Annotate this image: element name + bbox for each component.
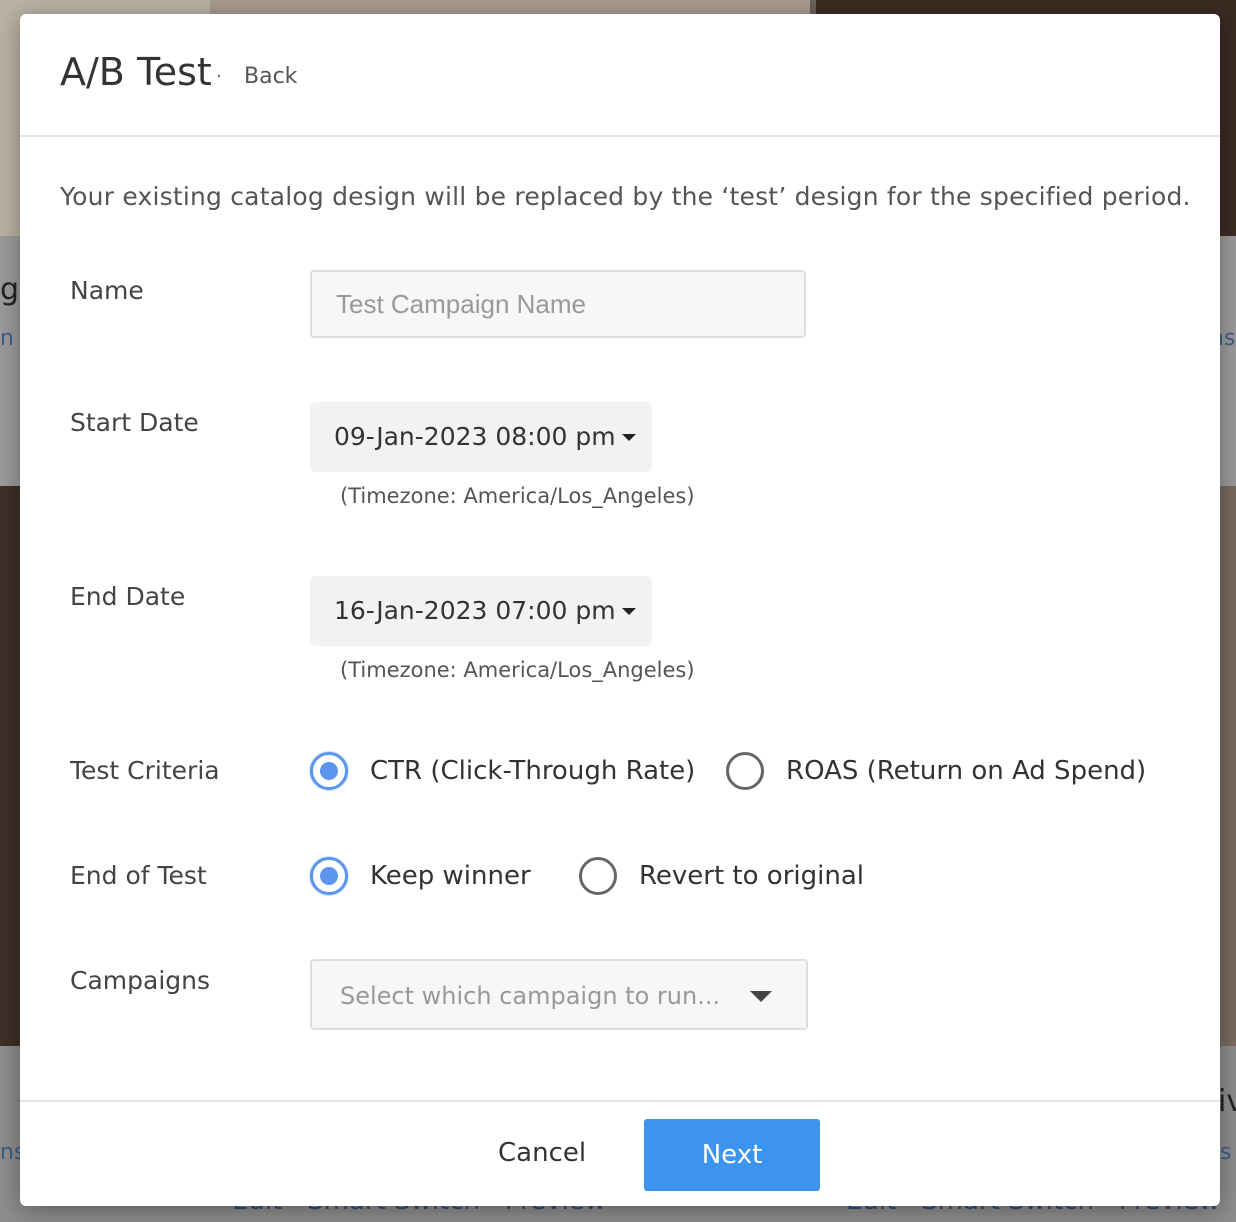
radio-unchecked-icon[interactable] (726, 752, 764, 790)
modal-title: A/B Test (60, 50, 212, 94)
next-button[interactable]: Next (644, 1119, 820, 1191)
start-date-value: 09-Jan-2023 08:00 pm (334, 422, 616, 451)
end-date-picker[interactable]: 16-Jan-2023 07:00 pm (310, 576, 652, 646)
start-timezone-note: (Timezone: America/Los_Angeles) (340, 484, 695, 508)
chevron-down-icon (750, 991, 772, 1002)
radio-label-roas: ROAS (Return on Ad Spend) (786, 756, 1147, 786)
intro-text: Your existing catalog design will be rep… (60, 182, 1191, 211)
radio-label-keep-winner: Keep winner (370, 861, 531, 891)
radio-unchecked-icon[interactable] (579, 857, 617, 895)
campaign-select[interactable]: Select which campaign to run... (310, 959, 808, 1030)
campaigns-label: Campaigns (70, 966, 211, 995)
end-of-test-label: End of Test (70, 861, 207, 890)
radio-checked-icon[interactable] (310, 752, 348, 790)
background-text: iv (1218, 1084, 1236, 1119)
radio-label-ctr: CTR (Click-Through Rate) (370, 756, 696, 786)
cancel-button[interactable]: Cancel (498, 1138, 586, 1168)
background-text: n (0, 326, 14, 351)
caret-down-icon (622, 608, 636, 615)
campaign-select-placeholder: Select which campaign to run... (340, 982, 721, 1010)
end-timezone-note: (Timezone: America/Los_Angeles) (340, 658, 695, 682)
modal-header: A/B Test · Back (20, 14, 1220, 137)
start-date-label: Start Date (70, 408, 199, 437)
radio-label-revert: Revert to original (639, 861, 864, 891)
modal-footer: Cancel Next (20, 1100, 1220, 1206)
campaign-name-input[interactable] (310, 270, 806, 338)
back-link[interactable]: Back (244, 64, 297, 89)
caret-down-icon (622, 434, 636, 441)
start-date-picker[interactable]: 09-Jan-2023 08:00 pm (310, 402, 652, 472)
ab-test-modal: A/B Test · Back Your existing catalog de… (20, 14, 1220, 1206)
name-label: Name (70, 276, 144, 305)
end-date-label: End Date (70, 582, 186, 611)
background-thumbnail (0, 486, 20, 1046)
title-separator: · (216, 66, 222, 87)
test-criteria-label: Test Criteria (70, 756, 220, 785)
radio-checked-icon[interactable] (310, 857, 348, 895)
end-date-value: 16-Jan-2023 07:00 pm (334, 596, 616, 625)
